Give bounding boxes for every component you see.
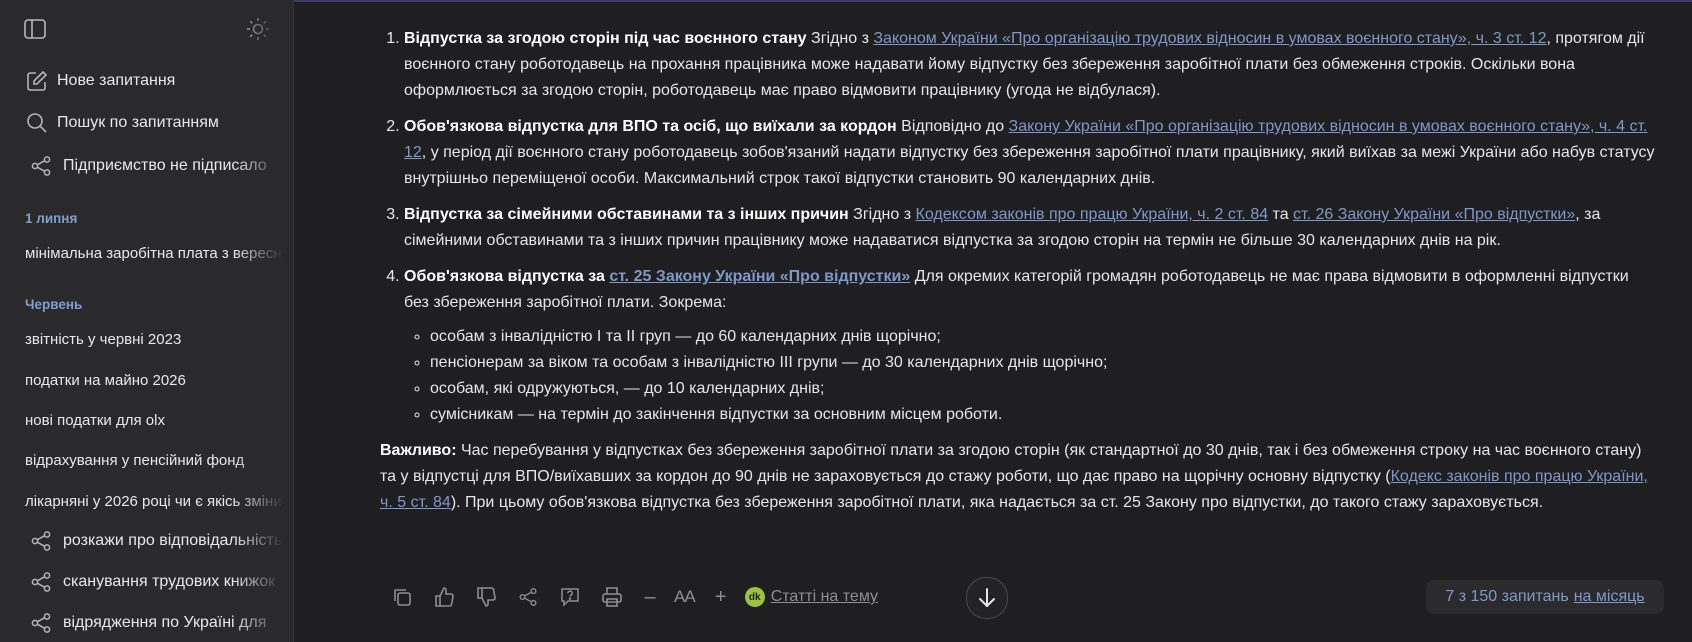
increase-font-button[interactable]: +	[711, 586, 731, 609]
item-title: Обов'язкова відпустка для ВПО та осіб, щ…	[404, 118, 897, 135]
edit-icon	[25, 69, 49, 93]
item-title-text: Обов'язкова відпустка за	[404, 268, 610, 285]
sidebar-item[interactable]: звітність у червні 2023	[0, 321, 293, 357]
item-text: та	[1268, 206, 1294, 223]
sidebar-item[interactable]: лікарняні у 2026 році чи є якісь зміни	[0, 483, 293, 519]
share-icon[interactable]	[514, 583, 542, 611]
thumbs-down-icon[interactable]	[472, 583, 500, 611]
sidebar-item-label: мінімальна заробітна плата з вересня	[25, 244, 290, 262]
copy-icon[interactable]	[388, 583, 416, 611]
thumbs-up-icon[interactable]	[430, 583, 458, 611]
sidebar-item[interactable]: відрахування у пенсійний фонд	[0, 442, 293, 478]
search-questions-button[interactable]: Пошук по запитанням	[0, 105, 293, 141]
sidebar-item-label: відрахування у пенсійний фонд	[25, 451, 245, 469]
item-text: Згідно з	[806, 30, 874, 47]
question-chat-icon[interactable]	[556, 583, 584, 611]
sidebar-item-shared[interactable]: розкажи про відповідальність	[0, 523, 293, 559]
section-title-july: 1 липня	[25, 211, 78, 226]
font-size-icon: AA	[674, 587, 696, 606]
sidebar-item-label: сканування трудових книжок	[63, 573, 276, 590]
sidebar-item-shared[interactable]: Підприємство не підписало	[0, 148, 293, 184]
item-text: , у період дії воєнного стану роботодаве…	[404, 144, 1655, 187]
arrow-down-icon	[979, 588, 995, 607]
sub-list-item: сумісникам — на термін до закінчення від…	[430, 402, 1656, 428]
list-item: Відпустка за згодою сторін під час воєнн…	[404, 26, 1656, 104]
sidebar-item-label: лікарняні у 2026 році чи є якісь зміни	[25, 492, 282, 510]
print-icon[interactable]	[598, 583, 626, 611]
note-text: ). При цьому обов'язкова відпустка без з…	[450, 494, 1544, 511]
item-title: Відпустка за сімейними обставинами та з …	[404, 206, 849, 223]
item-text: Відповідно до	[896, 118, 1009, 135]
sidebar-item-shared[interactable]: сканування трудових книжок	[0, 564, 293, 600]
sub-list-item: пенсіонерам за віком та особам з інвалід…	[430, 350, 1656, 376]
share-icon	[29, 570, 53, 594]
sidebar-item-label: розкажи про відповідальність	[63, 532, 283, 549]
question-quota: 7 з 150 запитань на місяць	[1426, 580, 1664, 614]
sidebar-item-label: податки на майно 2026	[25, 371, 186, 389]
quota-text: 7 з 150 запитань	[1445, 588, 1569, 605]
sidebar-toggle-icon[interactable]	[24, 19, 46, 39]
share-icon	[29, 529, 53, 553]
sidebar-item-label: відрядження по Україні для	[63, 614, 267, 631]
sidebar-item[interactable]: податки на майно 2026	[0, 362, 293, 398]
search-questions-label: Пошук по запитанням	[57, 114, 219, 131]
sidebar-item-shared[interactable]: відрядження по Україні для	[0, 605, 293, 641]
list-item: Відпустка за сімейними обставинами та з …	[404, 202, 1656, 254]
section-title-june: Червень	[25, 297, 83, 312]
sub-list-item: особам з інвалідністю I та II груп — до …	[430, 324, 1656, 350]
new-question-label: Нове запитання	[57, 72, 176, 89]
new-question-button[interactable]: Нове запитання	[0, 63, 293, 99]
item-title: Відпустка за згодою сторін під час воєнн…	[404, 30, 807, 47]
sidebar-item-label: звітність у червні 2023	[25, 330, 182, 348]
sidebar-item-label: Підприємство не підписало	[63, 157, 267, 174]
scroll-down-button[interactable]	[966, 577, 1008, 619]
item-title: Обов'язкова відпустка за ст. 25 Закону У…	[404, 268, 910, 285]
answer-list: Відпустка за згодою сторін під час воєнн…	[380, 26, 1656, 428]
main-panel: Відпустка за згодою сторін під час воєнн…	[294, 0, 1692, 642]
answer-content: Відпустка за згодою сторін під час воєнн…	[380, 26, 1656, 516]
law-link[interactable]: ст. 26 Закону України «Про відпустки»	[1293, 206, 1575, 223]
sidebar-item[interactable]: мінімальна заробітна плата з вересня	[0, 235, 293, 271]
item-text: Згідно з	[848, 206, 916, 223]
law-link[interactable]: Кодексом законів про працю України, ч. 2…	[916, 206, 1269, 223]
sun-icon[interactable]	[246, 17, 270, 41]
important-note: Важливо: Час перебування у відпустках бе…	[380, 438, 1656, 516]
answer-toolbar: – AA + dk Статті на тему	[388, 583, 878, 611]
law-link[interactable]: ст. 25 Закону України «Про відпустки»	[609, 268, 910, 285]
decrease-font-button[interactable]: –	[640, 586, 660, 609]
sub-list-item: особам, які одружуються, — до 10 календа…	[430, 376, 1656, 402]
share-icon	[29, 154, 53, 178]
related-articles-link[interactable]: Статті на тему	[771, 588, 878, 606]
dk-logo-icon: dk	[744, 587, 765, 607]
note-label: Важливо:	[380, 442, 457, 459]
search-icon	[25, 111, 49, 135]
list-item: Обов'язкова відпустка за ст. 25 Закону У…	[404, 264, 1656, 428]
sidebar: Нове запитання Пошук по запитанням Підпр…	[0, 0, 294, 642]
sidebar-item[interactable]: нові податки для olx	[0, 402, 293, 438]
sidebar-item-label: нові податки для olx	[25, 411, 165, 429]
list-item: Обов'язкова відпустка для ВПО та осіб, щ…	[404, 114, 1656, 192]
law-link[interactable]: Законом України «Про організацію трудови…	[873, 30, 1546, 47]
sub-list: особам з інвалідністю I та II груп — до …	[404, 324, 1656, 428]
quota-period-link[interactable]: на місяць	[1574, 588, 1645, 606]
share-icon	[29, 611, 53, 635]
